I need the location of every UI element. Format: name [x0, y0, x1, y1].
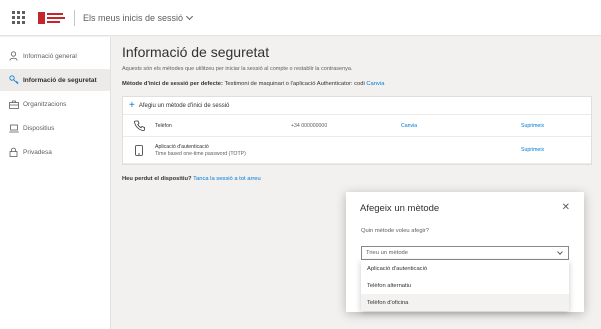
page-title: Informació de seguretat	[122, 44, 270, 60]
option-office-phone[interactable]: Telèfon d'oficina	[361, 294, 569, 311]
chevron-down-icon	[557, 249, 563, 255]
sidebar-item-label: Informació general	[23, 52, 77, 60]
divider	[74, 9, 75, 26]
sidebar-item-label: Informació de seguretat	[23, 76, 97, 84]
phone-icon	[131, 120, 147, 131]
sidebar-item-overview[interactable]: Informació general	[0, 45, 110, 67]
key-icon	[8, 75, 19, 86]
sidebar-item-privacy[interactable]: Privadesa	[0, 141, 110, 163]
waffle-icon[interactable]	[0, 0, 36, 36]
laptop-icon	[8, 123, 19, 134]
page-description: Aquests són els mètodes que utilitzeu pe…	[122, 66, 353, 72]
top-bar: Els meus inicis de sessió	[0, 0, 601, 36]
method-select[interactable]: Trieu un mètode	[361, 246, 569, 260]
method-dropdown-list: Aplicació d'autenticació Telèfon alterna…	[361, 260, 569, 311]
dialog-question: Quin mètode voleu afegir?	[361, 228, 429, 234]
default-method-label: Mètode d'inici de sessió per defecte:	[122, 81, 223, 87]
dialog-title: Afegeix un mètode	[360, 203, 440, 214]
mobile-icon	[131, 144, 147, 156]
lost-device-line: Heu perdut el dispositiu? Tanca la sessi…	[122, 176, 592, 182]
main-content: Informació de seguretat Aquests són els …	[122, 44, 592, 182]
method-name: Aplicació d'autenticació	[155, 143, 209, 150]
lost-device-question: Heu perdut el dispositiu?	[122, 176, 192, 182]
default-method-line: Mètode d'inici de sessió per defecte: Te…	[122, 81, 592, 87]
change-phone-link[interactable]: Canvia	[401, 123, 521, 129]
methods-card: + Afegiu un mètode d'inici de sessió Tel…	[122, 96, 592, 165]
sign-out-everywhere-link[interactable]: Tanca la sessió a tot arreu	[193, 176, 261, 182]
sidebar-item-label: Organitzacions	[23, 100, 67, 108]
sidebar-item-label: Privadesa	[23, 148, 52, 156]
sidebar: Informació general Informació de seguret…	[0, 37, 111, 329]
option-alternate-phone[interactable]: Telèfon alternatiu	[361, 277, 569, 294]
chevron-down-icon	[186, 12, 194, 20]
add-method-button[interactable]: + Afegiu un mètode d'inici de sessió	[123, 97, 591, 115]
method-value: +34 000000000	[291, 122, 328, 129]
default-method-value: Testimoni de maquinari o l'aplicació Aut…	[224, 81, 365, 87]
plus-icon: +	[129, 99, 135, 111]
logo	[38, 11, 68, 25]
method-detail: Time based one-time password (TOTP)	[155, 150, 246, 157]
sidebar-item-organizations[interactable]: Organitzacions	[0, 93, 110, 115]
method-name: Telèfon	[155, 122, 172, 129]
method-name-block: Aplicació d'autenticació Time based one-…	[155, 144, 291, 157]
option-authenticator-app[interactable]: Aplicació d'autenticació	[361, 260, 569, 277]
close-icon[interactable]: ✕	[562, 202, 570, 213]
sidebar-item-label: Dispositius	[23, 124, 55, 132]
select-placeholder: Trieu un mètode	[366, 250, 408, 256]
app-switcher[interactable]: Els meus inicis de sessió	[83, 12, 194, 23]
delete-phone-link[interactable]: Suprimeix	[521, 123, 581, 129]
delete-authenticator-link[interactable]: Suprimeix	[521, 147, 581, 153]
method-row-phone: Telèfon +34 000000000 Canvia Suprimeix	[123, 115, 591, 137]
method-row-authenticator: Aplicació d'autenticació Time based one-…	[123, 137, 591, 164]
app-title: Els meus inicis de sessió	[83, 12, 184, 23]
add-method-label: Afegiu un mètode d'inici de sessió	[138, 102, 230, 109]
person-icon	[8, 51, 19, 62]
change-default-link[interactable]: Canvia	[366, 81, 384, 87]
lock-icon	[8, 147, 19, 158]
briefcase-icon	[8, 99, 19, 110]
sidebar-item-devices[interactable]: Dispositius	[0, 117, 110, 139]
sidebar-item-security-info[interactable]: Informació de seguretat	[0, 69, 110, 91]
